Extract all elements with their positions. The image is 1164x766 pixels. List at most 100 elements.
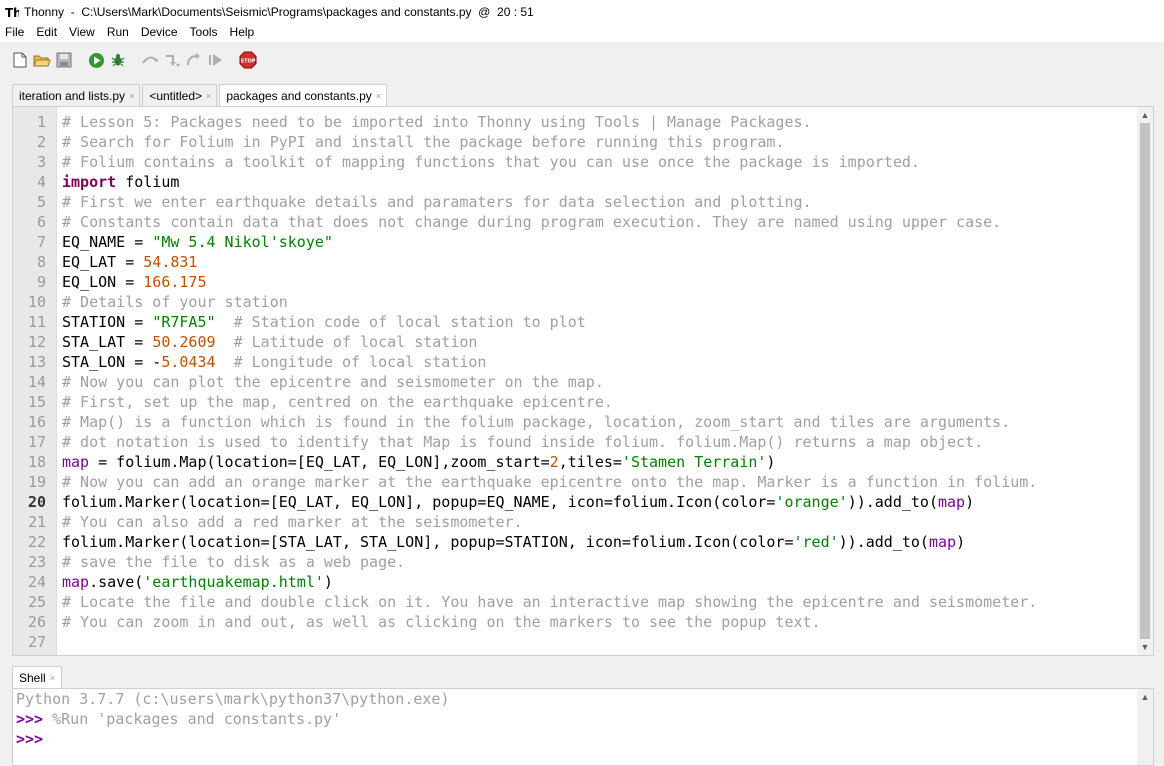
shell-banner: Python 3.7.7 (c:\users\mark\python37\pyt… bbox=[16, 690, 450, 708]
code-line[interactable]: 21 # You can also add a red marker at the… bbox=[28, 512, 1137, 532]
code-line[interactable]: 24 map.save('earthquakemap.html') bbox=[28, 572, 1137, 592]
code-line[interactable]: 12 STA_LAT = 50.2609 # Latitude of local … bbox=[28, 332, 1137, 352]
shell-scrollbar[interactable]: ▲ bbox=[1137, 689, 1153, 765]
menu-edit[interactable]: Edit bbox=[30, 23, 63, 42]
shell-input-line[interactable]: >>> bbox=[16, 729, 449, 749]
svg-text:Th: Th bbox=[5, 6, 19, 19]
line-number: 10 bbox=[27, 293, 46, 311]
menu-device[interactable]: Device bbox=[135, 23, 184, 42]
editor-scrollbar[interactable]: ▲ ▼ bbox=[1137, 107, 1153, 655]
code-line[interactable]: 1 # Lesson 5: Packages need to be importe… bbox=[37, 112, 1137, 132]
code-line[interactable]: 5 # First we enter earthquake details and… bbox=[37, 192, 1137, 212]
code-line[interactable]: 4 import folium bbox=[37, 172, 1137, 192]
menu-help[interactable]: Help bbox=[224, 23, 261, 42]
line-number: 4 bbox=[36, 173, 46, 191]
resume-icon[interactable] bbox=[206, 50, 226, 70]
stop-icon[interactable]: STOP bbox=[238, 50, 258, 70]
code-editor[interactable]: 1 # Lesson 5: Packages need to be importe… bbox=[12, 106, 1154, 656]
scroll-up-icon[interactable]: ▲ bbox=[1137, 689, 1153, 705]
tab-label: iteration and lists.py bbox=[19, 88, 126, 103]
line-number: 24 bbox=[27, 573, 46, 591]
line-number: 27 bbox=[27, 633, 46, 651]
scroll-up-icon[interactable]: ▲ bbox=[1137, 107, 1153, 123]
code-line[interactable]: 18 map = folium.Map(location=[EQ_LAT, EQ_… bbox=[28, 452, 1137, 472]
code-line[interactable]: 3 # Folium contains a toolkit of mapping … bbox=[37, 152, 1137, 172]
code-line[interactable]: 20 folium.Marker(location=[EQ_LAT, EQ_LON… bbox=[28, 492, 1137, 512]
step-over-icon[interactable] bbox=[140, 50, 160, 70]
line-number: 23 bbox=[27, 553, 46, 571]
line-number: 5 bbox=[36, 193, 46, 211]
code-line[interactable]: 22 folium.Marker(location=[STA_LAT, STA_L… bbox=[28, 532, 1137, 552]
shell-prompt: >>> bbox=[16, 710, 44, 728]
code-text: # dot notation is used to identify that … bbox=[62, 433, 984, 451]
thonny-app-icon: Th bbox=[4, 4, 20, 20]
save-icon[interactable] bbox=[54, 50, 74, 70]
line-number: 13 bbox=[27, 353, 46, 371]
code-line[interactable]: 16 # Map() is a function which is found i… bbox=[28, 412, 1137, 432]
shell-panel[interactable]: Python 3.7.7 (c:\users\mark\python37\pyt… bbox=[12, 688, 1154, 766]
code-text: # You can zoom in and out, as well as cl… bbox=[62, 613, 821, 631]
line-number: 14 bbox=[27, 373, 46, 391]
line-number: 1 bbox=[36, 113, 46, 131]
code-line[interactable]: 17 # dot notation is used to identify tha… bbox=[28, 432, 1137, 452]
editor-tabs: iteration and lists.py × <untitled> × pa… bbox=[12, 84, 389, 107]
line-number: 11 bbox=[27, 313, 46, 331]
menu-file[interactable]: File bbox=[0, 23, 30, 42]
line-number: 17 bbox=[27, 433, 46, 451]
tab-label: Shell bbox=[19, 670, 46, 685]
close-icon[interactable]: × bbox=[129, 91, 134, 101]
code-area[interactable]: 1 # Lesson 5: Packages need to be importe… bbox=[28, 112, 1137, 652]
new-file-icon[interactable] bbox=[10, 50, 30, 70]
code-text: map.save('earthquakemap.html') bbox=[62, 573, 333, 591]
code-line[interactable]: 15 # First, set up the map, centred on th… bbox=[28, 392, 1137, 412]
line-number: 3 bbox=[36, 153, 46, 171]
step-into-icon[interactable] bbox=[162, 50, 182, 70]
code-text: # Map() is a function which is found in … bbox=[62, 413, 1011, 431]
code-line[interactable]: 23 # save the file to disk as a web page. bbox=[28, 552, 1137, 572]
tab-label: <untitled> bbox=[149, 88, 203, 103]
code-line[interactable]: 11 STATION = "R7FA5" # Station code of lo… bbox=[28, 312, 1137, 332]
close-icon[interactable]: × bbox=[206, 91, 211, 101]
code-text: # Locate the file and double click on it… bbox=[62, 593, 1038, 611]
line-number: 21 bbox=[27, 513, 46, 531]
code-line[interactable]: 13 STA_LON = -5.0434 # Longitude of local… bbox=[28, 352, 1137, 372]
code-text: STA_LON = -5.0434 # Longitude of local s… bbox=[62, 353, 487, 371]
tab-label: packages and constants.py bbox=[226, 89, 372, 103]
line-number: 20 bbox=[27, 493, 46, 511]
close-icon[interactable]: × bbox=[376, 91, 381, 101]
svg-text:STOP: STOP bbox=[241, 59, 256, 65]
code-text: # First we enter earthquake details and … bbox=[62, 193, 812, 211]
code-line[interactable]: 27 bbox=[28, 632, 1137, 652]
code-line[interactable]: 7 EQ_NAME = "Mw 5.4 Nikol'skoye" bbox=[37, 232, 1137, 252]
code-line[interactable]: 14 # Now you can plot the epicentre and s… bbox=[28, 372, 1137, 392]
menu-view[interactable]: View bbox=[63, 23, 101, 42]
tab-shell[interactable]: Shell × bbox=[12, 666, 62, 688]
code-line[interactable]: 8 EQ_LAT = 54.831 bbox=[37, 252, 1137, 272]
shell-history-line: >>> %Run 'packages and constants.py' bbox=[16, 709, 449, 729]
menu-tools[interactable]: Tools bbox=[184, 23, 224, 42]
code-line[interactable]: 6 # Constants contain data that does not … bbox=[37, 212, 1137, 232]
code-text: # Now you can add an orange marker at th… bbox=[62, 473, 1038, 491]
code-line[interactable]: 26 # You can zoom in and out, as well as … bbox=[28, 612, 1137, 632]
tab-packages-and-constants[interactable]: packages and constants.py × bbox=[219, 84, 388, 107]
debug-icon[interactable] bbox=[108, 50, 128, 70]
code-text: # Search for Folium in PyPI and install … bbox=[62, 133, 785, 151]
line-number: 26 bbox=[27, 613, 46, 631]
tab-untitled[interactable]: <untitled> × bbox=[142, 84, 218, 106]
step-out-icon[interactable] bbox=[184, 50, 204, 70]
menu-run[interactable]: Run bbox=[101, 23, 135, 42]
code-line[interactable]: 2 # Search for Folium in PyPI and install… bbox=[37, 132, 1137, 152]
code-line[interactable]: 9 EQ_LON = 166.175 bbox=[37, 272, 1137, 292]
scroll-down-icon[interactable]: ▼ bbox=[1137, 639, 1153, 655]
open-file-icon[interactable] bbox=[32, 50, 52, 70]
run-icon[interactable] bbox=[86, 50, 106, 70]
line-number: 7 bbox=[36, 233, 46, 251]
tab-iteration-and-lists[interactable]: iteration and lists.py × bbox=[12, 84, 141, 106]
window-title: Thonny - C:\Users\Mark\Documents\Seismic… bbox=[24, 4, 534, 19]
close-icon[interactable]: × bbox=[50, 673, 55, 683]
code-line[interactable]: 19 # Now you can add an orange marker at … bbox=[28, 472, 1137, 492]
code-text: # save the file to disk as a web page. bbox=[62, 553, 406, 571]
code-line[interactable]: 25 # Locate the file and double click on … bbox=[28, 592, 1137, 612]
scrollbar-thumb[interactable] bbox=[1140, 123, 1150, 639]
code-line[interactable]: 10 # Details of your station bbox=[28, 292, 1137, 312]
